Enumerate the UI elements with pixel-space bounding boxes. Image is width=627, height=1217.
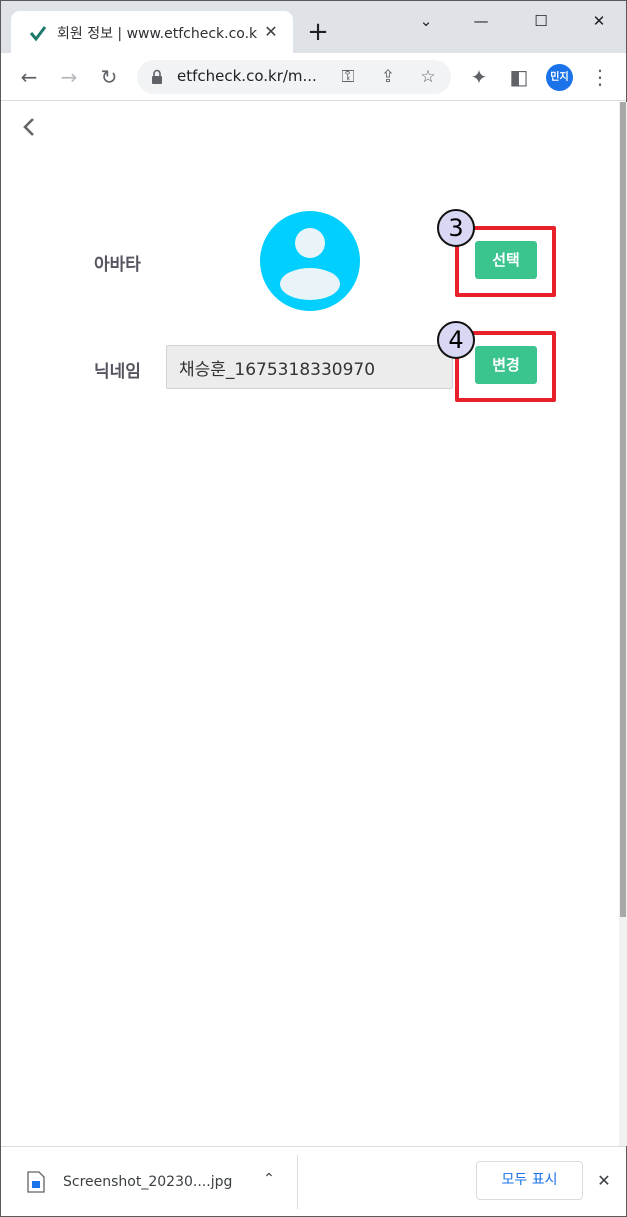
forward-arrow-icon[interactable]: →	[57, 65, 81, 89]
nickname-label: 닉네임	[94, 362, 141, 382]
download-shelf: Screenshot_20230....jpg ⌃ 모두 표시 ✕	[1, 1146, 626, 1216]
window-close-icon[interactable]: ✕	[579, 9, 619, 33]
tab-strip: 회원 정보 | www.etfcheck.co.kr ✕ + ⌄ — ☐ ✕	[1, 1, 626, 53]
tab-search-icon[interactable]: ⌄	[406, 9, 446, 33]
annotation-4: 4	[437, 321, 475, 359]
share-icon[interactable]: ⇪	[377, 66, 399, 88]
url-text: etfcheck.co.kr/m...	[177, 67, 317, 85]
image-file-icon	[27, 1171, 45, 1193]
star-icon[interactable]: ☆	[417, 66, 439, 88]
close-icon[interactable]: ✕	[594, 1171, 614, 1191]
etfcheck-favicon-icon	[29, 26, 47, 42]
shelf-divider	[297, 1155, 298, 1209]
page-content: 아바타 선택 3 닉네임 변경 4	[1, 102, 619, 1146]
tab-title: 회원 정보 | www.etfcheck.co.kr	[57, 26, 257, 42]
chevron-up-icon[interactable]: ⌃	[259, 1171, 279, 1191]
select-avatar-button[interactable]: 선택	[475, 241, 537, 279]
nickname-field[interactable]	[166, 345, 453, 389]
maximize-icon[interactable]: ☐	[521, 9, 561, 33]
address-bar[interactable]: etfcheck.co.kr/m... ⚿ ⇪ ☆	[137, 60, 451, 94]
show-all-button[interactable]: 모두 표시	[476, 1161, 583, 1200]
annotation-3: 3	[437, 209, 475, 247]
active-tab[interactable]: 회원 정보 | www.etfcheck.co.kr ✕	[11, 11, 293, 53]
change-nickname-button[interactable]: 변경	[475, 346, 537, 384]
extensions-icon[interactable]: ✦	[467, 65, 491, 89]
user-icon	[280, 228, 340, 300]
lock-icon	[152, 69, 162, 84]
key-icon[interactable]: ⚿	[337, 66, 359, 88]
browser-toolbar: ← → ↻ etfcheck.co.kr/m... ⚿ ⇪ ☆ ✦ ◧ 민지 ⋮	[1, 53, 626, 101]
reload-icon[interactable]: ↻	[97, 65, 121, 89]
chevron-left-icon[interactable]	[19, 116, 41, 138]
browser-window: 회원 정보 | www.etfcheck.co.kr ✕ + ⌄ — ☐ ✕ ←…	[0, 0, 627, 1217]
scroll-thumb[interactable]	[620, 102, 626, 917]
avatar-label: 아바타	[94, 255, 141, 275]
tab-close-icon[interactable]: ✕	[261, 22, 281, 42]
scrollbar[interactable]	[619, 102, 627, 1146]
menu-icon[interactable]: ⋮	[588, 65, 612, 89]
new-tab-button[interactable]: +	[306, 19, 330, 45]
minimize-icon[interactable]: —	[461, 9, 501, 33]
profile-avatar[interactable]: 민지	[546, 64, 573, 91]
sidepanel-icon[interactable]: ◧	[507, 65, 531, 89]
back-arrow-icon[interactable]: ←	[17, 65, 41, 89]
download-file-name[interactable]: Screenshot_20230....jpg	[63, 1174, 243, 1194]
avatar[interactable]	[260, 211, 360, 311]
